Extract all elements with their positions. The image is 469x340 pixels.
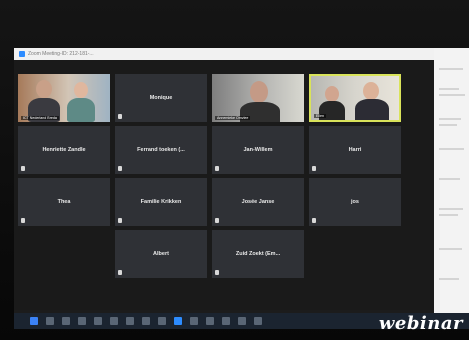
screen: Zoom Meeting-ID: 212-181-... ICT Nederla… xyxy=(14,48,469,320)
task-view-icon[interactable] xyxy=(62,317,70,325)
mic-muted-icon xyxy=(118,218,122,223)
gallery-view: ICT Nederland Breda Monique Annemieke Om… xyxy=(14,60,434,310)
participant-tile[interactable]: Ferrand toeken (... xyxy=(115,126,207,174)
participant-tile[interactable]: Albert xyxy=(115,230,207,278)
participant-name: jos xyxy=(351,199,359,205)
search-icon[interactable] xyxy=(46,317,54,325)
mic-muted-icon xyxy=(118,114,122,119)
mic-muted-icon xyxy=(312,218,316,223)
chat-side-panel[interactable] xyxy=(434,48,469,320)
taskbar-app-icon[interactable] xyxy=(238,317,246,325)
participant-name: Familie Krikken xyxy=(140,199,182,205)
participant-tile[interactable]: Zuid Zoekt (Em... xyxy=(212,230,304,278)
participant-name: Josée Janse xyxy=(241,199,275,205)
zoom-taskbar-icon[interactable] xyxy=(174,317,182,325)
participant-name: Ferrand toeken (... xyxy=(137,147,185,153)
participant-name: Albert xyxy=(153,251,169,257)
zoom-app-icon xyxy=(19,51,25,57)
mic-muted-icon xyxy=(118,270,122,275)
taskbar-app-icon[interactable] xyxy=(190,317,198,325)
participant-tile[interactable]: Harri xyxy=(309,126,401,174)
taskbar-app-icon[interactable] xyxy=(254,317,262,325)
taskbar-app-icon[interactable] xyxy=(206,317,214,325)
mic-muted-icon xyxy=(215,218,219,223)
participant-tile[interactable]: Annemieke Omvlee xyxy=(212,74,304,122)
participant-name: Thea xyxy=(57,199,71,205)
participant-tile[interactable]: Josée Janse xyxy=(212,178,304,226)
webinar-watermark: webinar xyxy=(378,313,463,334)
window-titlebar[interactable]: Zoom Meeting-ID: 212-181-... xyxy=(14,48,434,60)
participant-name: Jan-Willem xyxy=(243,147,273,153)
mic-muted-icon xyxy=(118,166,122,171)
participant-name-tag: Ellen xyxy=(314,114,326,118)
participant-tile[interactable]: Henriette Zandle xyxy=(18,126,110,174)
participant-name-tag: ICT Nederland Breda xyxy=(21,116,59,120)
participant-tile-active-speaker[interactable]: Ellen xyxy=(309,74,401,122)
taskbar-app-icon[interactable] xyxy=(222,317,230,325)
mic-muted-icon xyxy=(215,166,219,171)
participant-name: Harri xyxy=(348,147,362,153)
participant-video xyxy=(18,74,110,122)
window-title: Zoom Meeting-ID: 212-181-... xyxy=(28,51,94,57)
taskbar-app-icon[interactable] xyxy=(126,317,134,325)
participant-tile[interactable]: jos xyxy=(309,178,401,226)
participant-name: Henriette Zandle xyxy=(42,147,86,153)
taskbar-app-icon[interactable] xyxy=(110,317,118,325)
mic-muted-icon xyxy=(215,270,219,275)
taskbar-app-icon[interactable] xyxy=(94,317,102,325)
participant-tile[interactable]: Jan-Willem xyxy=(212,126,304,174)
participant-tile[interactable]: Familie Krikken xyxy=(115,178,207,226)
taskbar-app-icon[interactable] xyxy=(158,317,166,325)
participant-name: Monique xyxy=(149,95,173,101)
participant-tile[interactable]: Monique xyxy=(115,74,207,122)
participant-name-tag: Annemieke Omvlee xyxy=(215,116,251,120)
participant-tile[interactable]: ICT Nederland Breda xyxy=(18,74,110,122)
mic-muted-icon xyxy=(21,166,25,171)
taskbar-app-icon[interactable] xyxy=(78,317,86,325)
mic-muted-icon xyxy=(312,166,316,171)
start-icon[interactable] xyxy=(30,317,38,325)
participant-video xyxy=(212,74,304,122)
participant-tile[interactable]: Thea xyxy=(18,178,110,226)
mic-muted-icon xyxy=(21,218,25,223)
taskbar-app-icon[interactable] xyxy=(142,317,150,325)
participant-name: Zuid Zoekt (Em... xyxy=(235,251,281,257)
